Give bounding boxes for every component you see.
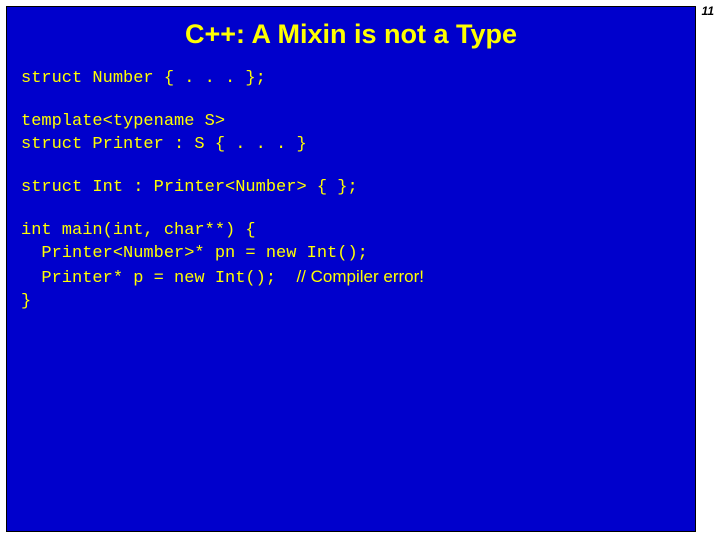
slide-title: C++: A Mixin is not a Type — [7, 7, 695, 68]
code-comment: // Compiler error! — [296, 267, 424, 286]
code-line: Printer<Number>* pn = new Int(); — [21, 244, 368, 263]
slide: C++: A Mixin is not a Type struct Number… — [6, 6, 696, 532]
page: C++: A Mixin is not a Type struct Number… — [0, 0, 720, 540]
code-line: int main(int, char**) { — [21, 221, 256, 240]
code-block-3: struct Int : Printer<Number> { }; — [7, 177, 695, 200]
page-number: 11 — [702, 4, 714, 18]
code-block-4: int main(int, char**) { Printer<Number>*… — [7, 220, 695, 314]
code-line: } — [21, 292, 31, 311]
code-block-1: struct Number { . . . }; — [7, 68, 695, 91]
code-block-2: template<typename S> struct Printer : S … — [7, 111, 695, 157]
code-line: Printer* p = new Int(); — [21, 269, 296, 288]
